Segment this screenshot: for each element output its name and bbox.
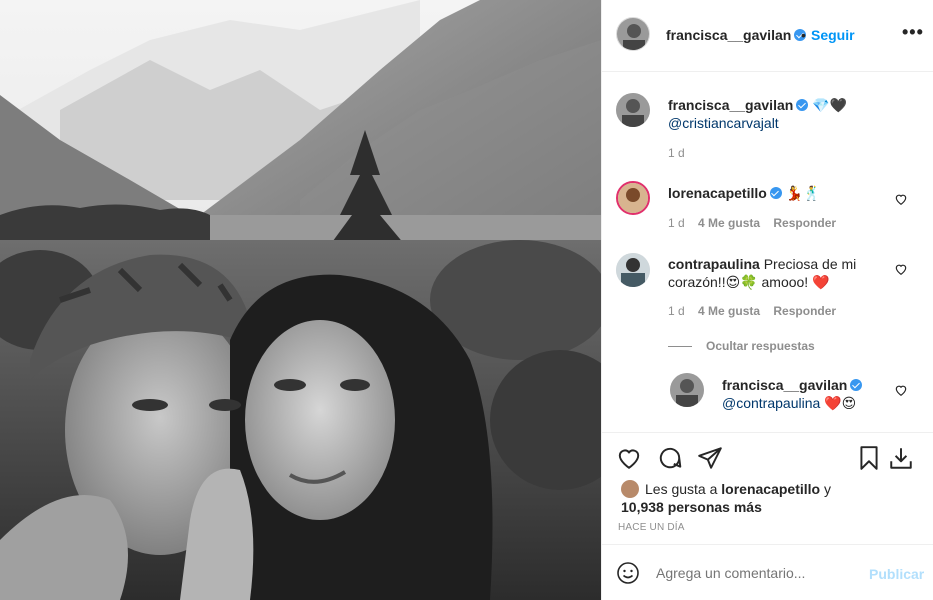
comment-likes[interactable]: 4 Me gusta: [698, 216, 760, 230]
reply-username[interactable]: francisca__gavilan: [722, 377, 847, 393]
liker-username[interactable]: lorenacapetillo: [721, 481, 820, 497]
comment-icon[interactable]: [657, 445, 683, 471]
comment-meta: 1 d 4 Me gusta Responder: [668, 304, 846, 318]
bookmark-icon[interactable]: [856, 445, 882, 471]
comments-list: francisca__gavilan 💎🖤 @cristiancarvajalt…: [602, 72, 933, 432]
photo-illustration: [0, 0, 601, 600]
reply-body: ❤️😍: [824, 395, 857, 411]
comment-composer: Publicar: [602, 544, 933, 600]
heart-icon[interactable]: [616, 445, 642, 471]
reply-text: francisca__gavilan @contrapaulina ❤️😍: [722, 376, 892, 412]
caption-meta: 1 d: [668, 146, 695, 160]
likes-prefix: Les gusta a: [645, 481, 718, 497]
verified-badge-icon: [796, 99, 809, 111]
divider-line: [668, 346, 692, 348]
comment-username[interactable]: contrapaulina: [668, 256, 760, 272]
comment-time[interactable]: 1 d: [668, 216, 685, 230]
comment-like-heart-icon[interactable]: [894, 383, 908, 397]
comment-meta: 1 d 4 Me gusta Responder: [668, 216, 846, 230]
download-icon[interactable]: [888, 445, 914, 471]
reply-button[interactable]: Responder: [773, 216, 836, 230]
comment-body-line2: corazón!!😍🍀 amooo! ❤️: [668, 274, 830, 290]
comment-time[interactable]: 1 d: [668, 304, 685, 318]
comment-username[interactable]: lorenacapetillo: [668, 185, 767, 201]
post-photo[interactable]: [0, 0, 601, 600]
comment-text: lorenacapetillo 💃🕺: [668, 184, 888, 202]
verified-badge-icon: [769, 187, 782, 199]
verified-badge-icon: [850, 379, 863, 391]
comment-like-heart-icon[interactable]: [894, 262, 908, 276]
likes-count-link[interactable]: 10,938 personas más: [621, 499, 762, 515]
reply-mention[interactable]: @contrapaulina: [722, 395, 820, 411]
author-avatar[interactable]: [616, 17, 650, 51]
comment-like-heart-icon[interactable]: [894, 192, 908, 206]
hide-replies-button[interactable]: Ocultar respuestas: [668, 339, 815, 353]
comment-body: 💃🕺: [785, 185, 821, 201]
smiley-icon[interactable]: [616, 561, 640, 585]
comment-likes[interactable]: 4 Me gusta: [698, 304, 760, 318]
caption-mention[interactable]: @cristiancarvajalt: [668, 115, 779, 131]
post-header: francisca__gavilan • Seguir •••: [602, 0, 933, 72]
caption-text: francisca__gavilan 💎🖤 @cristiancarvajalt: [668, 96, 918, 132]
comment-body: Preciosa de mi: [763, 256, 857, 272]
post-side-panel: francisca__gavilan • Seguir ••• francisc…: [601, 0, 933, 600]
reply-button[interactable]: Responder: [773, 304, 836, 318]
likes-summary: Les gusta a lorenacapetillo y 10,938 per…: [621, 480, 831, 516]
caption-emoji: 💎🖤: [812, 97, 848, 113]
liker-avatar[interactable]: [621, 480, 639, 498]
comment-avatar[interactable]: [616, 253, 650, 287]
comment-avatar[interactable]: [616, 181, 650, 215]
comment-input[interactable]: [656, 565, 856, 581]
caption-username[interactable]: francisca__gavilan: [668, 97, 793, 113]
more-options-icon[interactable]: •••: [902, 22, 924, 43]
separator-dot: •: [801, 27, 806, 43]
likes-joiner: y: [823, 481, 831, 497]
follow-button[interactable]: Seguir: [811, 27, 855, 43]
comment-text: contrapaulina Preciosa de mi corazón!!😍🍀…: [668, 255, 888, 291]
caption-time[interactable]: 1 d: [668, 146, 685, 160]
caption-avatar[interactable]: [616, 93, 650, 127]
post-actions: Les gusta a lorenacapetillo y 10,938 per…: [602, 432, 933, 544]
post-timestamp[interactable]: HACE UN DÍA: [618, 522, 685, 533]
reply-avatar[interactable]: [670, 373, 704, 407]
publish-button[interactable]: Publicar: [869, 566, 924, 582]
paper-plane-icon[interactable]: [697, 445, 723, 471]
author-username[interactable]: francisca__gavilan: [666, 27, 807, 43]
